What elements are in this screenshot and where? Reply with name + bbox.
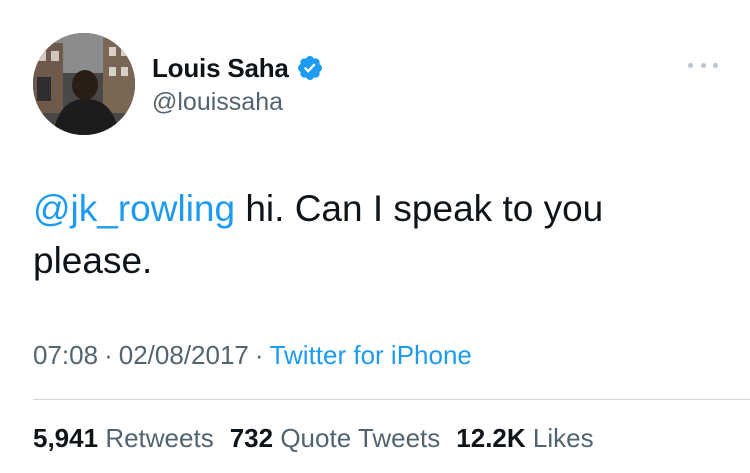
tweet-date[interactable]: 02/08/2017 [119, 340, 249, 370]
likes-count: 12.2K [456, 423, 526, 453]
more-options-icon[interactable] [688, 55, 718, 75]
quote-tweets-stat[interactable]: 732 Quote Tweets [230, 423, 441, 454]
tweet-time[interactable]: 07:08 [33, 340, 98, 370]
display-name[interactable]: Louis Saha [152, 53, 289, 84]
avatar[interactable] [33, 33, 135, 135]
tweet-stats: 5,941 Retweets 732 Quote Tweets 12.2K Li… [33, 423, 594, 454]
verified-badge-icon [296, 54, 324, 82]
likes-label: Likes [532, 423, 594, 453]
divider [33, 399, 750, 400]
quote-tweets-label: Quote Tweets [280, 423, 441, 453]
tweet-text: @jk_rowling hi. Can I speak to you pleas… [33, 183, 723, 287]
retweets-count: 5,941 [33, 423, 99, 453]
user-handle[interactable]: @louissaha [152, 88, 283, 117]
retweets-stat[interactable]: 5,941 Retweets [33, 423, 214, 454]
display-name-row: Louis Saha [152, 52, 324, 84]
mention-link[interactable]: @jk_rowling [33, 188, 235, 229]
likes-stat[interactable]: 12.2K Likes [456, 423, 593, 454]
avatar-photo [33, 33, 135, 135]
tweet-meta: 07:08 · 02/08/2017 · Twitter for iPhone [33, 340, 472, 371]
quote-tweets-count: 732 [229, 423, 274, 453]
meta-separator: · [254, 340, 264, 370]
retweets-label: Retweets [105, 423, 214, 453]
tweet-card: Louis Saha @louissaha @jk_rowling hi. Ca… [0, 0, 750, 473]
tweet-source-link[interactable]: Twitter for iPhone [270, 340, 472, 370]
meta-separator: · [104, 340, 113, 370]
